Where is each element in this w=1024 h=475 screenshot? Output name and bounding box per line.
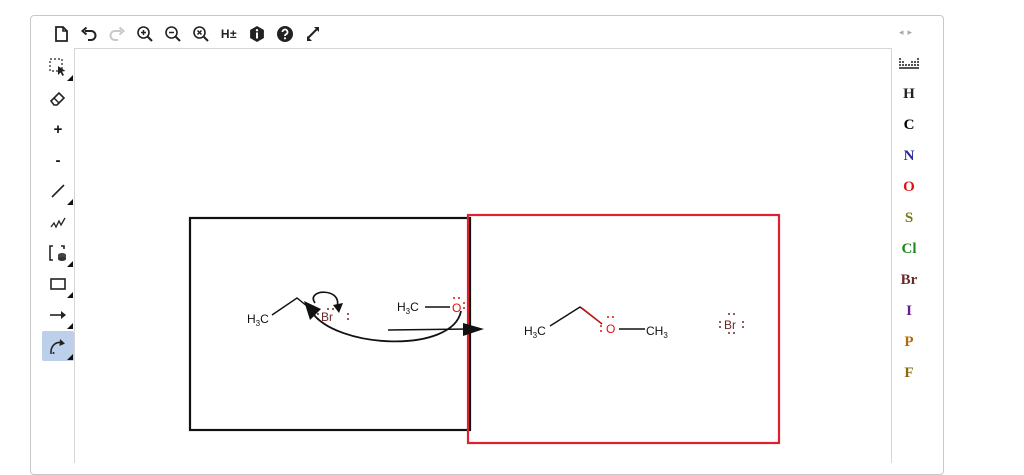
fullscreen-icon[interactable]	[299, 22, 327, 46]
atom-button-f[interactable]: F	[894, 359, 924, 387]
chain-tool-icon[interactable]	[42, 207, 74, 237]
undo-icon[interactable]	[75, 22, 103, 46]
reactants-box[interactable]	[188, 216, 472, 432]
zoom-in-icon[interactable]	[131, 22, 159, 46]
methoxy-ch3-label: H3C	[397, 300, 419, 316]
redo-icon[interactable]	[103, 22, 131, 46]
reaction-scheme: H3C Br H3C O H3C O CH3 Br	[188, 213, 781, 445]
product-co-bond-color	[581, 307, 602, 324]
zoom-reset-icon[interactable]	[187, 22, 215, 46]
drawing-canvas[interactable]: H3C Br H3C O H3C O CH3 Br	[74, 48, 892, 463]
ethyl-ch3-label: H3C	[247, 312, 269, 328]
nucleophile-arrowhead	[304, 301, 321, 320]
atom-button-s[interactable]: S	[894, 204, 924, 232]
atom-button-i[interactable]: I	[894, 297, 924, 325]
add-hydrogens-toggle[interactable]: H±	[215, 22, 243, 46]
reaction-arrowhead	[463, 323, 484, 336]
bond-tool-icon[interactable]	[42, 176, 74, 206]
atom-button-o[interactable]: O	[894, 173, 924, 201]
help-icon[interactable]	[271, 22, 299, 46]
atom-button-br[interactable]: Br	[894, 266, 924, 294]
charge-minus-button[interactable]: -	[42, 145, 74, 175]
product-ethyl-bonds	[549, 306, 603, 327]
rectangle-tool-icon[interactable]	[42, 269, 74, 299]
leaving-group-curved-arrow[interactable]	[312, 291, 339, 308]
charge-plus-label: +	[53, 120, 63, 138]
charge-plus-button[interactable]: +	[42, 114, 74, 144]
add-hydrogens-label: H±	[220, 27, 238, 41]
curved-arrow-tool-icon[interactable]	[42, 331, 74, 361]
periodic-table-icon[interactable]	[894, 50, 924, 78]
atom-button-c[interactable]: C	[894, 111, 924, 139]
atom-button-h[interactable]: H	[894, 80, 924, 108]
atom-button-p[interactable]: P	[894, 328, 924, 356]
product-oxygen-atom[interactable]: O	[606, 322, 615, 336]
new-document-icon[interactable]	[47, 22, 75, 46]
atom-button-cl[interactable]: Cl	[894, 235, 924, 263]
product-ch3-right: CH3	[646, 324, 668, 340]
nucleophile-curved-arrow[interactable]	[310, 310, 462, 343]
bracket-tool-icon[interactable]	[42, 238, 74, 268]
charge-minus-label: -	[55, 151, 61, 169]
reaction-arrow[interactable]	[387, 328, 471, 331]
leaving-group-arrowhead	[333, 303, 343, 313]
atom-button-n[interactable]: N	[894, 142, 924, 170]
arrow-tool-icon[interactable]	[42, 300, 74, 330]
select-tool-icon[interactable]	[42, 52, 74, 82]
product-bromide-ion[interactable]: Br	[724, 318, 736, 332]
zoom-out-icon[interactable]	[159, 22, 187, 46]
info-icon[interactable]	[243, 22, 271, 46]
product-ch3-left: H3C	[524, 324, 546, 340]
panel-scroll-arrows[interactable]: ◂▸	[899, 27, 916, 38]
erase-tool-icon[interactable]	[42, 83, 74, 113]
top-toolbar: H±	[47, 22, 327, 46]
